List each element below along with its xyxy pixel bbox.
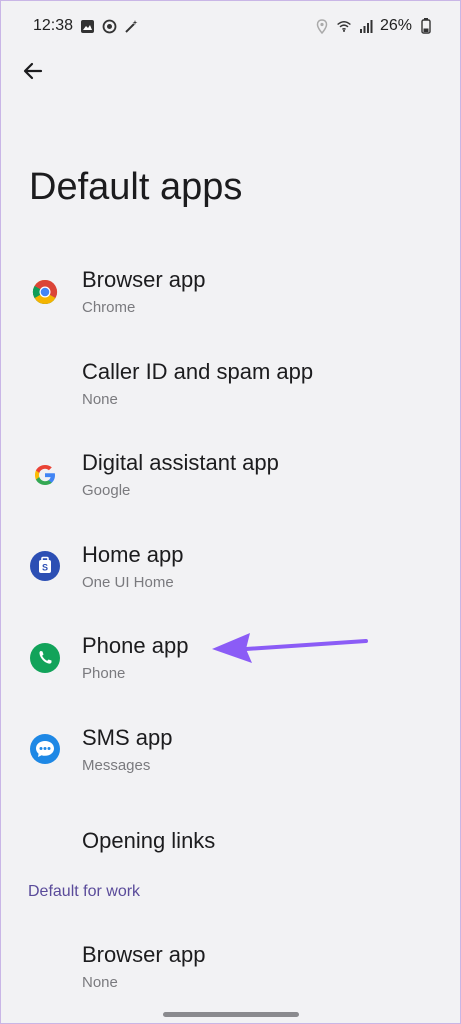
- empty-icon-slot: [28, 824, 62, 858]
- empty-icon-slot: [28, 366, 62, 400]
- default-apps-list: Browser app Chrome Caller ID and spam ap…: [1, 246, 460, 887]
- battery-icon: [418, 18, 434, 34]
- item-subtitle: None: [82, 973, 118, 991]
- item-title: Caller ID and spam app: [82, 358, 314, 384]
- item-title: Digital assistant app: [82, 450, 279, 476]
- list-item-sms-app[interactable]: SMS app Messages: [1, 704, 460, 796]
- location-icon: [314, 18, 330, 34]
- status-left: 12:38: [33, 17, 139, 35]
- item-title: SMS app: [82, 724, 173, 750]
- chrome-icon: [28, 275, 62, 309]
- status-bar: 12:38 26%: [1, 1, 460, 51]
- item-subtitle: None: [82, 390, 118, 408]
- screen-record-icon: [101, 18, 117, 34]
- list-item-home-app[interactable]: S Home app One UI Home: [1, 521, 460, 613]
- back-arrow-icon: [23, 62, 43, 80]
- svg-text:S: S: [42, 563, 48, 573]
- status-time: 12:38: [33, 17, 74, 34]
- wifi-icon: [336, 18, 352, 34]
- item-title: Phone app: [82, 633, 189, 659]
- item-subtitle: Chrome: [82, 299, 136, 317]
- section-header-work: Default for work: [28, 883, 141, 900]
- list-item-opening-links[interactable]: Opening links: [1, 795, 460, 887]
- empty-icon-slot: [28, 949, 62, 983]
- back-button[interactable]: [15, 53, 51, 89]
- status-right: 26%: [314, 17, 434, 35]
- messages-icon: [28, 732, 62, 766]
- item-title: Browser app: [82, 267, 206, 293]
- item-subtitle: Google: [82, 482, 131, 500]
- image-icon: [79, 18, 95, 34]
- list-item-caller-id-app[interactable]: Caller ID and spam app None: [1, 338, 460, 430]
- home-indicator[interactable]: [162, 1012, 299, 1017]
- item-subtitle: One UI Home: [82, 573, 174, 591]
- list-item-digital-assistant-app[interactable]: Digital assistant app Google: [1, 429, 460, 521]
- list-item-browser-app[interactable]: Browser app Chrome: [1, 246, 460, 338]
- battery-percent: 26%: [379, 17, 412, 34]
- item-subtitle: Messages: [82, 756, 151, 774]
- signal-icon: [358, 18, 374, 34]
- phone-icon: [28, 641, 62, 675]
- google-icon: [28, 458, 62, 492]
- item-subtitle: Phone: [82, 665, 126, 683]
- item-title: Home app: [82, 541, 184, 567]
- list-item-work-browser-app[interactable]: Browser app None: [1, 921, 460, 1011]
- page-title: Default apps: [29, 166, 243, 208]
- item-title: Browser app: [82, 941, 206, 967]
- purple-arrow-annotation: [212, 633, 368, 663]
- one-ui-home-icon: S: [28, 549, 62, 583]
- item-title: Opening links: [82, 827, 216, 853]
- magic-wand-icon: [123, 18, 139, 34]
